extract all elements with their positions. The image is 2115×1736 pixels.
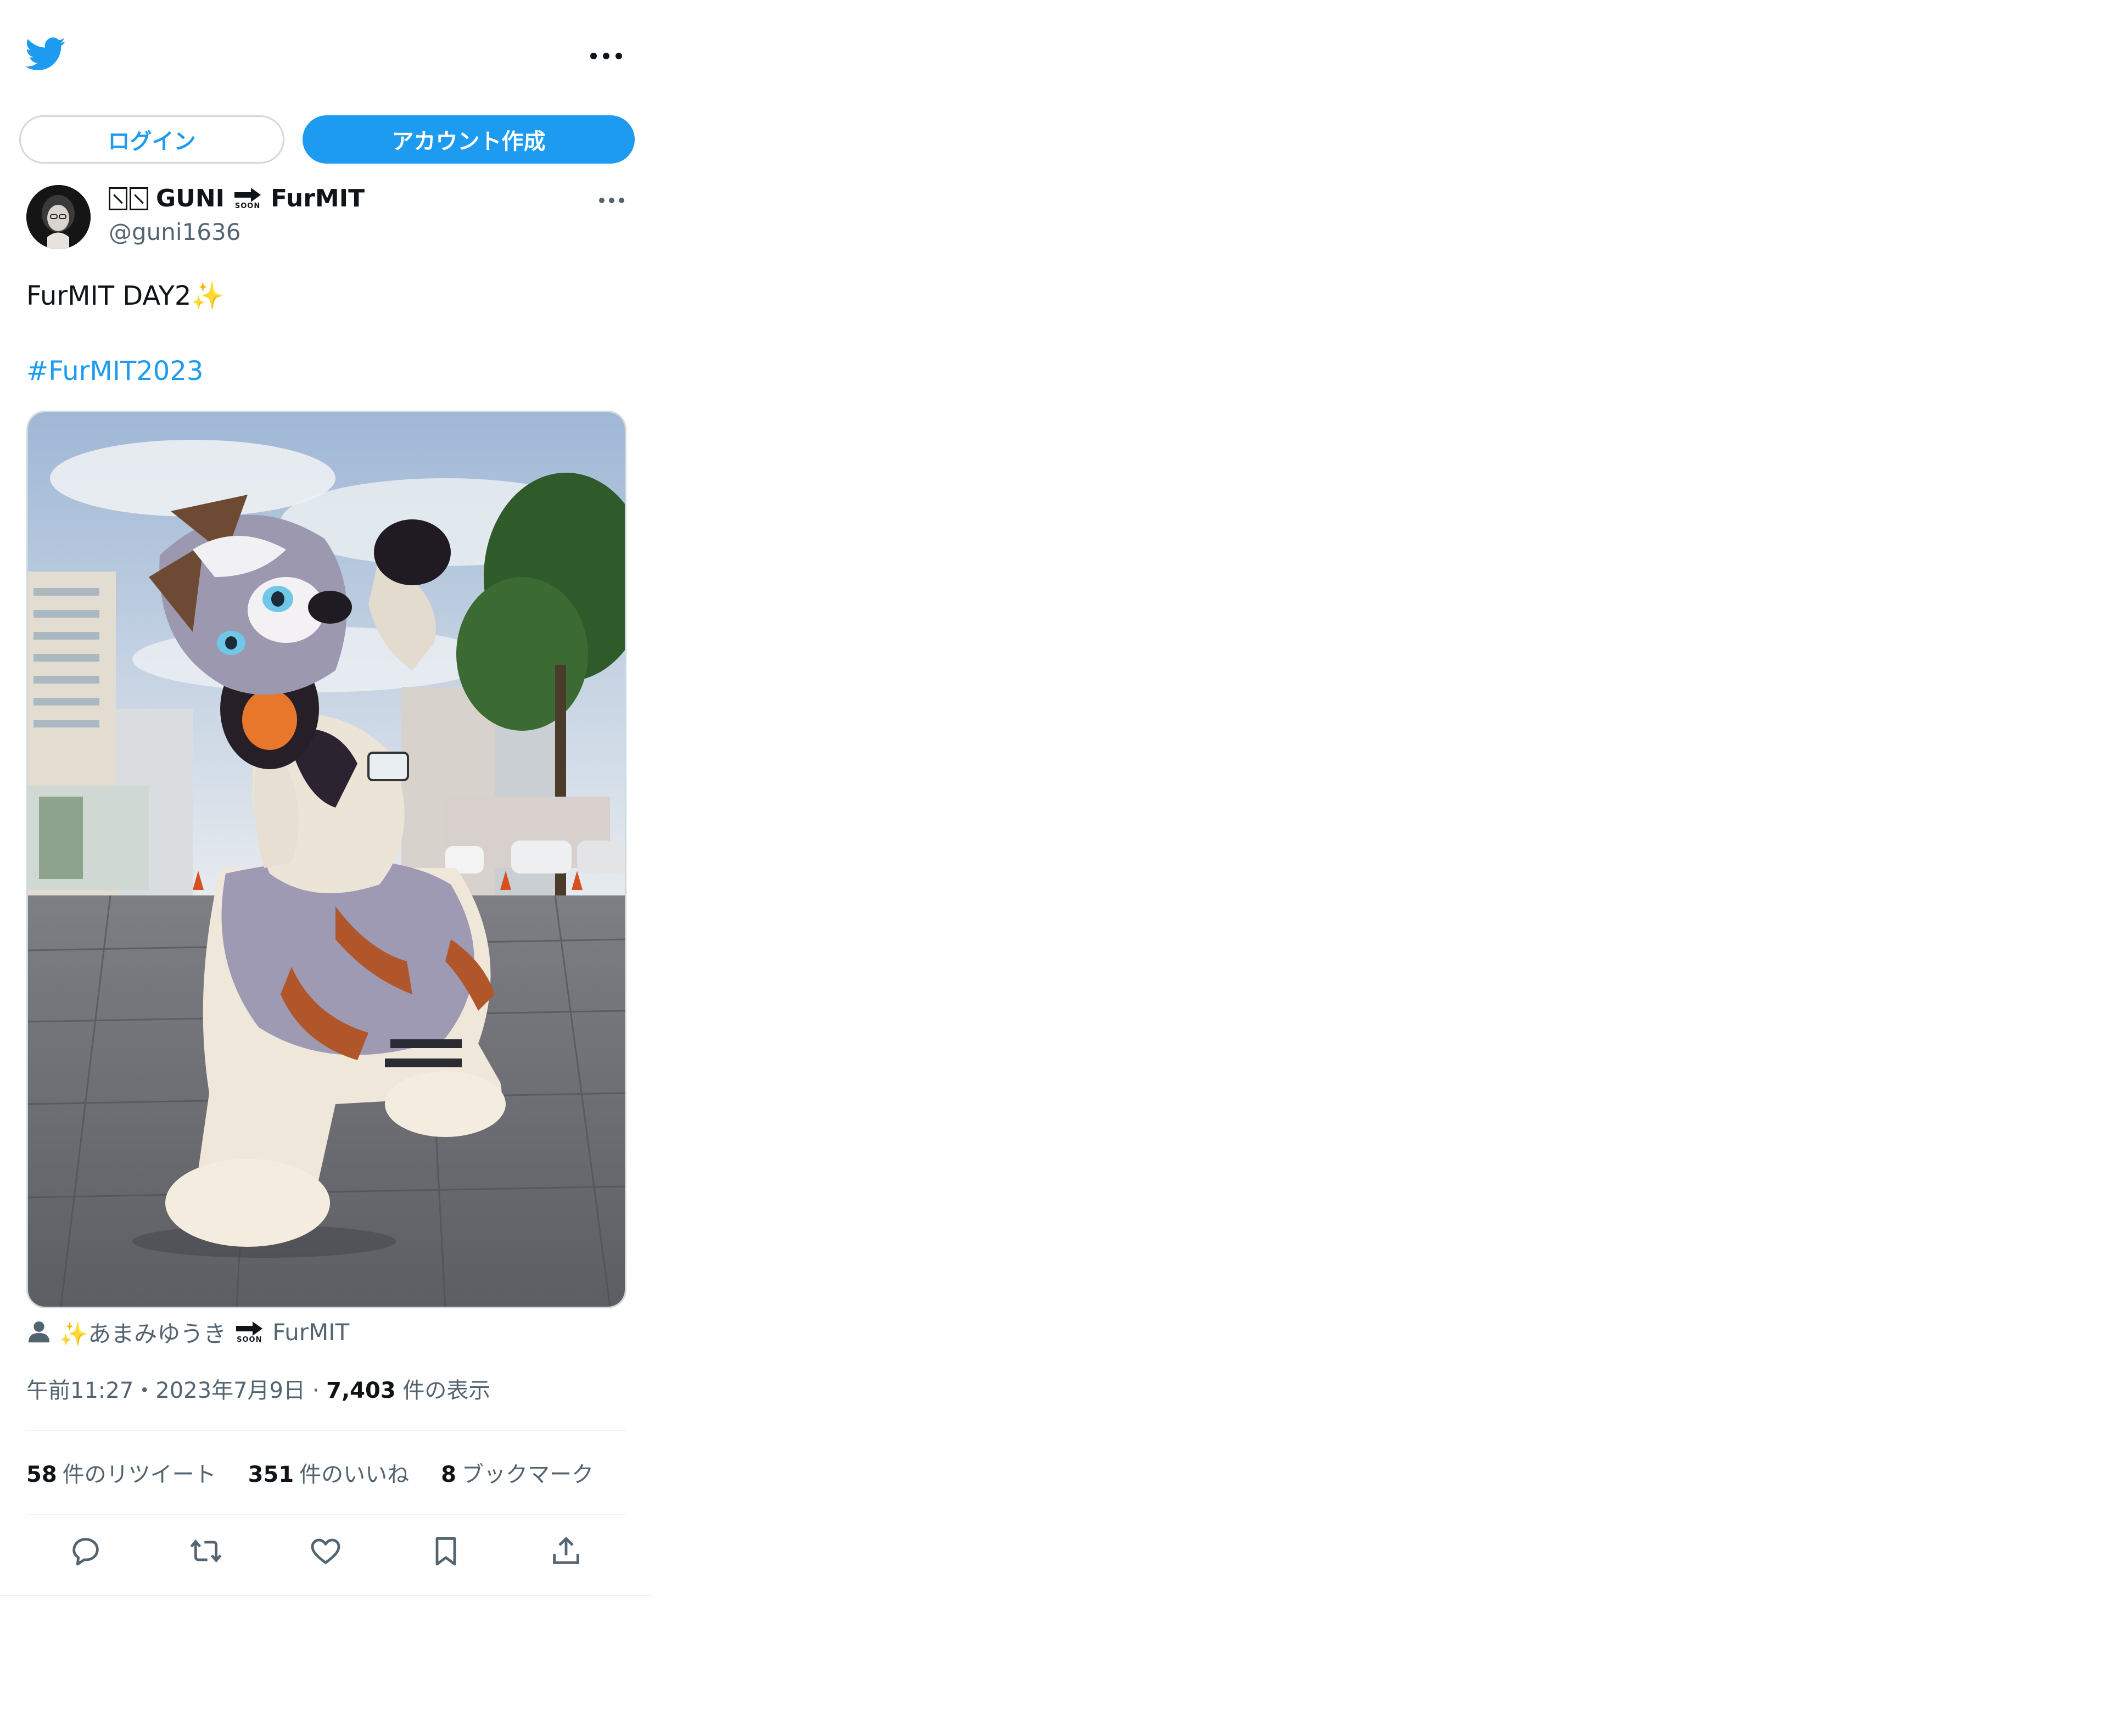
more-horizontal-icon[interactable] (589, 49, 624, 63)
author-name-start: GUNI (156, 184, 225, 212)
meta-separator: · (312, 1378, 327, 1403)
tagged-user-prefix: ✨あまみゆうき (59, 1320, 227, 1347)
like-icon[interactable] (308, 1533, 343, 1569)
views-count: 7,403 (326, 1378, 396, 1403)
retweet-count-link[interactable]: 58 件のリツイート (26, 1457, 216, 1488)
reply-icon[interactable] (68, 1533, 103, 1569)
tweet-date[interactable]: 2023年7月9日 (155, 1378, 305, 1403)
person-icon (28, 1321, 50, 1343)
soon-arrow-icon: SOON (234, 1320, 265, 1344)
unsupported-glyph-boxes (109, 187, 148, 210)
meta-separator: ・ (133, 1378, 156, 1403)
tweet-column: ログイン アカウント作成 GUNI SOON FurMIT @guni1636 … (0, 0, 651, 1596)
tweet-timestamp: 午前11:27・2023年7月9日 · 7,403 件の表示 (26, 1373, 490, 1404)
divider (26, 1514, 626, 1515)
author-display-name[interactable]: GUNI SOON FurMIT (109, 184, 365, 212)
create-account-button[interactable]: アカウント作成 (303, 115, 635, 164)
bookmark-icon[interactable] (428, 1533, 463, 1569)
views-label: 件の表示 (402, 1378, 491, 1403)
retweet-icon[interactable] (188, 1533, 223, 1569)
bookmark-count-link[interactable]: 8 ブックマーク (441, 1457, 594, 1488)
hashtag-link[interactable]: #FurMIT2023 (26, 356, 203, 387)
fursuit-photo-image (28, 412, 625, 1307)
divider (26, 1430, 626, 1431)
tagged-users[interactable]: ✨あまみゆうき SOON FurMIT (26, 1315, 349, 1348)
login-button[interactable]: ログイン (19, 115, 284, 164)
avatar-portrait-image (26, 185, 91, 249)
tweet-text: FurMIT DAY2✨ (26, 281, 225, 311)
tweet-photo[interactable] (26, 411, 626, 1308)
tweet-more-icon[interactable] (598, 195, 625, 206)
author-name-end: FurMIT (271, 184, 365, 212)
soon-arrow-icon: SOON (232, 187, 263, 210)
author-handle[interactable]: @guni1636 (109, 219, 240, 245)
tagged-user-suffix: FurMIT (272, 1318, 350, 1346)
avatar[interactable] (26, 185, 91, 249)
share-icon[interactable] (549, 1533, 584, 1569)
like-count-link[interactable]: 351 件のいいね (248, 1457, 410, 1488)
tweet-time[interactable]: 午前11:27 (26, 1378, 133, 1403)
tweet-stats: 58 件のリツイート 351 件のいいね 8 ブックマーク (26, 1457, 594, 1488)
twitter-bird-icon[interactable] (25, 37, 66, 71)
